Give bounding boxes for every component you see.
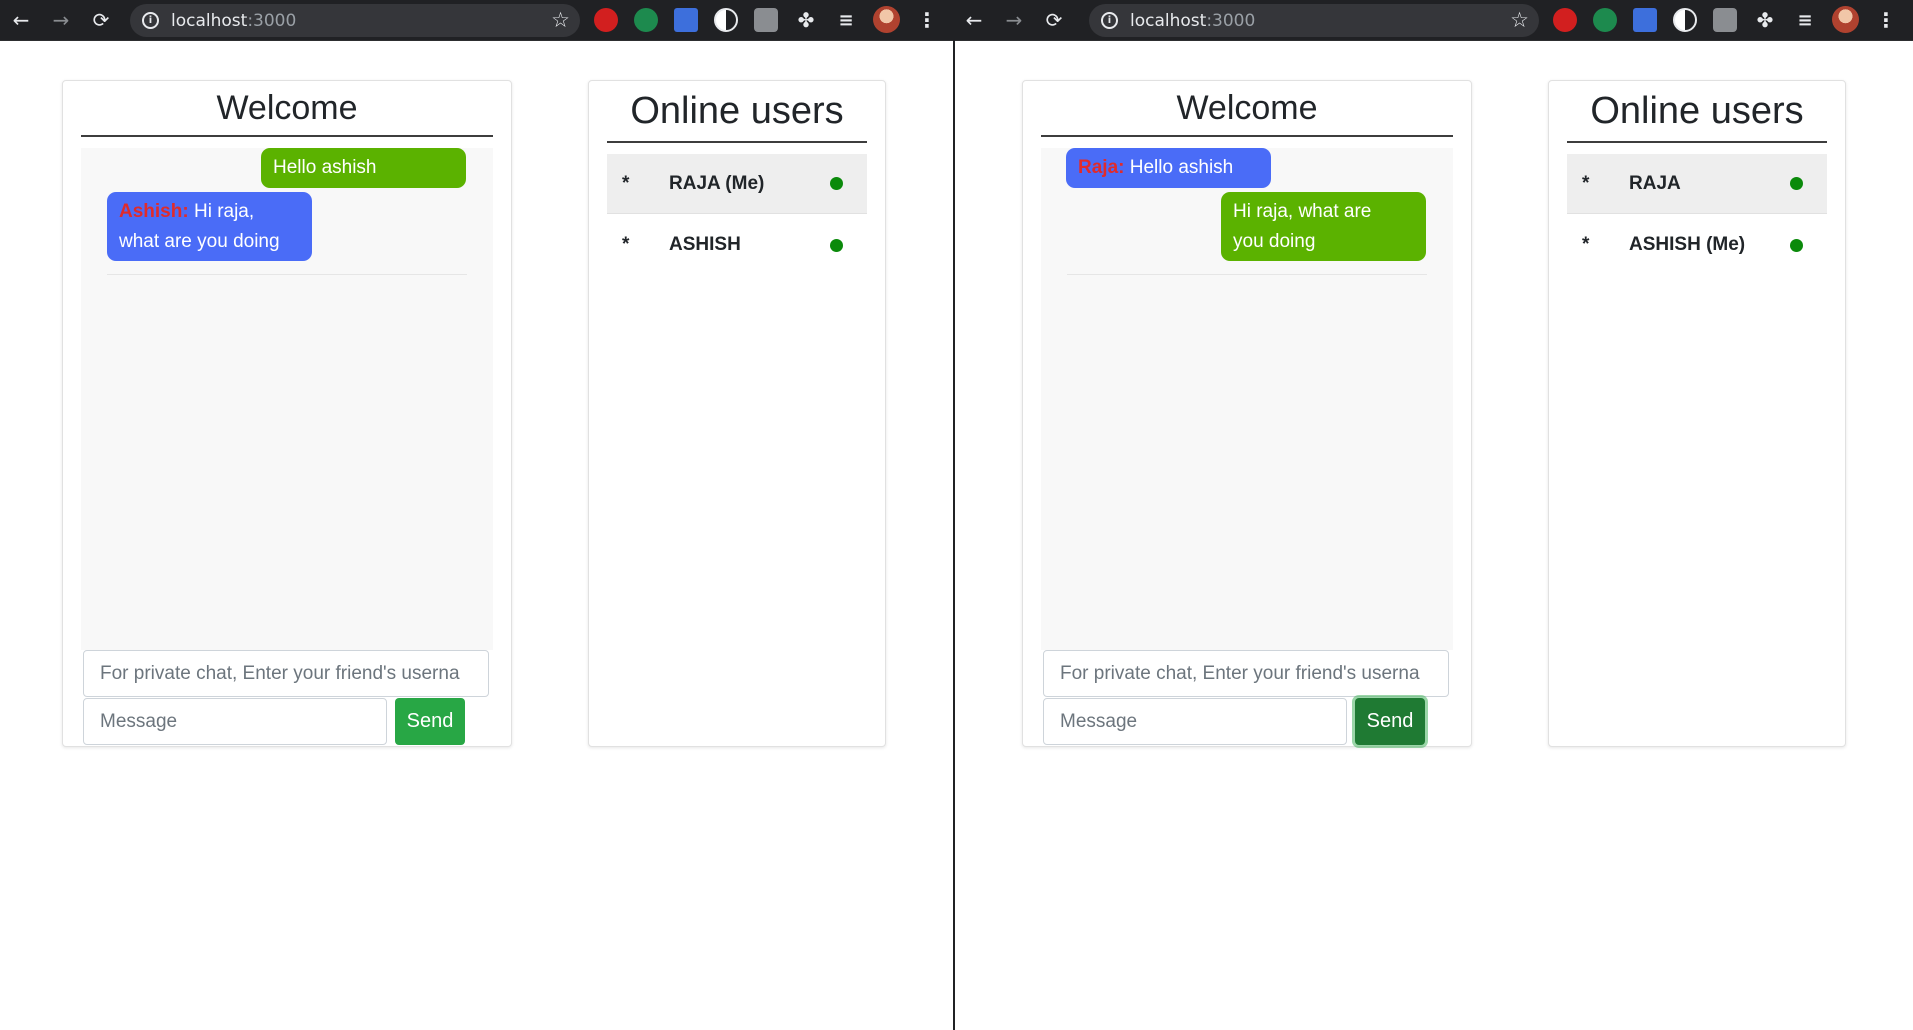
sender-name: Ashish: bbox=[119, 201, 189, 222]
react-extension-icon[interactable] bbox=[1713, 8, 1737, 32]
message-text-line2: what are you doing bbox=[119, 231, 280, 252]
browser-toolbar: ← → ⟳ i localhost:3000 ☆ ✤ ≡ ⋮ bbox=[0, 0, 953, 41]
playlist-icon[interactable]: ≡ bbox=[834, 8, 858, 32]
reload-icon[interactable]: ⟳ bbox=[86, 5, 116, 35]
user-bullet: * bbox=[622, 172, 630, 194]
reload-icon[interactable]: ⟳ bbox=[1039, 5, 1069, 35]
back-icon[interactable]: ← bbox=[6, 5, 36, 35]
chat-card: Welcome Raja: Hello ashish Hi raja, what… bbox=[1022, 80, 1472, 747]
message-bubble-sent: Hi raja, what are you doing bbox=[1221, 192, 1426, 261]
user-name: ASHISH bbox=[669, 234, 741, 255]
back-icon[interactable]: ← bbox=[959, 5, 989, 35]
forward-icon[interactable]: → bbox=[999, 5, 1029, 35]
info-icon[interactable]: i bbox=[1101, 12, 1118, 29]
profile-avatar[interactable] bbox=[1832, 6, 1859, 33]
puzzle-icon[interactable]: ✤ bbox=[1753, 8, 1777, 32]
online-status-icon bbox=[830, 177, 843, 190]
dark-mode-extension-icon[interactable] bbox=[714, 8, 738, 32]
url-text: localhost:3000 bbox=[171, 11, 297, 31]
react-extension-icon[interactable] bbox=[754, 8, 778, 32]
user-name: ASHISH (Me) bbox=[1629, 234, 1746, 255]
online-users-card: Online users * RAJA (Me) * ASHISH bbox=[588, 80, 886, 747]
message-text: Hello ashish bbox=[1124, 157, 1234, 178]
user-bullet: * bbox=[1582, 172, 1590, 194]
translate-extension-icon[interactable] bbox=[1633, 8, 1657, 32]
address-bar[interactable]: i localhost:3000 ☆ bbox=[130, 4, 580, 37]
user-row[interactable]: * RAJA (Me) bbox=[607, 154, 867, 214]
user-name: RAJA bbox=[1629, 172, 1681, 194]
send-button[interactable]: Send bbox=[395, 698, 465, 745]
browser-window-ashish: ← → ⟳ i localhost:3000 ☆ ✤ ≡ ⋮ Welcome R… bbox=[955, 0, 1913, 1030]
message-text: Hello ashish bbox=[273, 157, 377, 178]
browser-window-raja: ← → ⟳ i localhost:3000 ☆ ✤ ≡ ⋮ Welcome H… bbox=[0, 0, 953, 1030]
address-bar[interactable]: i localhost:3000 ☆ bbox=[1089, 4, 1539, 37]
send-button[interactable]: Send bbox=[1355, 698, 1425, 745]
online-users-card: Online users * RAJA * ASHISH (Me) bbox=[1548, 80, 1846, 747]
message-list: Hello ashish Ashish: Hi raja, what are y… bbox=[81, 148, 493, 650]
message-bubble-received: Ashish: Hi raja, what are you doing bbox=[107, 192, 312, 261]
user-row[interactable]: * ASHISH bbox=[607, 215, 867, 275]
message-divider bbox=[1067, 274, 1427, 275]
sender-name: Raja: bbox=[1078, 157, 1125, 178]
online-users-title: Online users bbox=[1567, 81, 1827, 143]
message-bubble-received: Raja: Hello ashish bbox=[1066, 148, 1271, 188]
message-input[interactable]: Message bbox=[83, 698, 387, 745]
grammar-extension-icon[interactable] bbox=[634, 8, 658, 32]
adblock-extension-icon[interactable] bbox=[1553, 8, 1577, 32]
forward-icon[interactable]: → bbox=[46, 5, 76, 35]
bookmark-star-icon[interactable]: ☆ bbox=[1510, 8, 1529, 32]
message-text: Hi raja, bbox=[188, 201, 255, 222]
user-name: RAJA (Me) bbox=[669, 172, 765, 194]
user-row[interactable]: * RAJA bbox=[1567, 154, 1827, 214]
chat-title: Welcome bbox=[81, 81, 493, 137]
dark-mode-extension-icon[interactable] bbox=[1673, 8, 1697, 32]
message-text-line2: you doing bbox=[1233, 231, 1316, 252]
puzzle-icon[interactable]: ✤ bbox=[794, 8, 818, 32]
online-status-icon bbox=[1790, 177, 1803, 190]
user-row[interactable]: * ASHISH (Me) bbox=[1567, 215, 1827, 275]
message-input[interactable]: Message bbox=[1043, 698, 1347, 745]
chat-title: Welcome bbox=[1041, 81, 1453, 137]
translate-extension-icon[interactable] bbox=[674, 8, 698, 32]
browser-toolbar: ← → ⟳ i localhost:3000 ☆ ✤ ≡ ⋮ bbox=[955, 0, 1913, 41]
user-bullet: * bbox=[622, 234, 630, 255]
playlist-icon[interactable]: ≡ bbox=[1793, 8, 1817, 32]
message-text: Hi raja, what are bbox=[1233, 201, 1372, 222]
private-chat-input[interactable]: For private chat, Enter your friend's us… bbox=[83, 650, 489, 697]
menu-icon[interactable]: ⋮ bbox=[1876, 8, 1896, 32]
user-bullet: * bbox=[1582, 234, 1590, 255]
online-users-title: Online users bbox=[607, 81, 867, 143]
url-text: localhost:3000 bbox=[1130, 11, 1256, 31]
profile-avatar[interactable] bbox=[873, 6, 900, 33]
online-status-icon bbox=[830, 238, 843, 252]
menu-icon[interactable]: ⋮ bbox=[917, 8, 937, 32]
bookmark-star-icon[interactable]: ☆ bbox=[551, 8, 570, 32]
message-bubble-sent: Hello ashish bbox=[261, 148, 466, 188]
private-chat-input[interactable]: For private chat, Enter your friend's us… bbox=[1043, 650, 1449, 697]
online-status-icon bbox=[1790, 238, 1803, 252]
grammar-extension-icon[interactable] bbox=[1593, 8, 1617, 32]
info-icon[interactable]: i bbox=[142, 12, 159, 29]
adblock-extension-icon[interactable] bbox=[594, 8, 618, 32]
message-list: Raja: Hello ashish Hi raja, what are you… bbox=[1041, 148, 1453, 650]
chat-card: Welcome Hello ashish Ashish: Hi raja, wh… bbox=[62, 80, 512, 747]
message-divider bbox=[107, 274, 467, 275]
